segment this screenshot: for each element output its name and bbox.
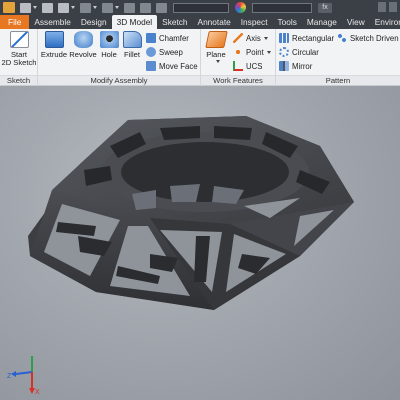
rectangular-label: Rectangular — [292, 33, 335, 43]
ucs-button[interactable]: UCS — [233, 60, 262, 72]
point-button[interactable]: Point — [233, 46, 271, 58]
hole-icon — [99, 31, 119, 48]
redo-icon[interactable] — [102, 2, 113, 13]
home-icon[interactable] — [124, 2, 135, 13]
pattern-panel-title: Pattern — [276, 75, 400, 85]
move-face-button[interactable]: Move Face — [146, 60, 198, 72]
mirror-button[interactable]: Mirror — [279, 60, 312, 72]
sketch-driven-pattern-button[interactable]: Sketch Driven — [337, 32, 399, 44]
tab-annotate[interactable]: Annotate — [193, 15, 236, 29]
circular-pattern-button[interactable]: Circular — [279, 46, 319, 58]
sketch-pencil-icon — [9, 31, 29, 48]
fillet-button[interactable]: Fillet — [120, 31, 144, 59]
appearance-combo[interactable] — [252, 2, 312, 13]
triad-z-label: Z — [7, 373, 12, 380]
sweep-icon — [146, 47, 156, 57]
save-icon[interactable] — [58, 2, 69, 13]
extrude-icon — [44, 31, 64, 48]
chamfer-button[interactable]: Chamfer — [146, 32, 189, 44]
sketch-panel-title: Sketch — [0, 75, 37, 85]
view-triad[interactable]: Z X — [4, 352, 44, 396]
hole-button[interactable]: Hole — [98, 31, 120, 59]
plane-label: Plane — [206, 50, 226, 59]
sketch-panel: Start 2D Sketch Sketch — [0, 29, 38, 86]
modify-assembly-panel: Extrude Revolve Hole Fillet Chamfer Swee… — [38, 29, 201, 86]
fillet-label: Fillet — [123, 50, 141, 59]
ucs-icon — [233, 61, 243, 71]
sketch-driven-label: Sketch Driven — [350, 33, 399, 43]
work-features-panel: Plane Axis Point UCS Work Features — [201, 29, 276, 86]
new-dropdown-icon[interactable] — [33, 6, 37, 9]
tab-inspect[interactable]: Inspect — [236, 15, 273, 29]
material-combo[interactable] — [173, 2, 229, 13]
ribbon-tab-bar: File Assemble Design 3D Model Sketch Ann… — [0, 15, 400, 29]
tab-3d-model[interactable]: 3D Model — [111, 15, 158, 29]
tab-design[interactable]: Design — [76, 15, 112, 29]
axis-label: Axis — [246, 33, 261, 43]
revolve-button[interactable]: Revolve — [68, 31, 98, 59]
tab-environments[interactable]: Environmen — [370, 15, 400, 29]
triad-z-arrow — [11, 371, 16, 377]
circular-label: Circular — [292, 47, 319, 57]
plane-icon — [204, 31, 228, 48]
extrude-button[interactable]: Extrude — [40, 31, 68, 59]
rectangular-pattern-icon — [279, 33, 289, 43]
triad-x-label: X — [35, 389, 40, 396]
tab-tools[interactable]: Tools — [273, 15, 302, 29]
plane-dropdown-icon[interactable] — [215, 60, 220, 63]
mirror-label: Mirror — [292, 61, 313, 71]
axis-icon — [233, 33, 243, 43]
point-label: Point — [246, 47, 264, 57]
app-logo-icon[interactable] — [3, 2, 15, 13]
update-icon[interactable] — [156, 2, 167, 13]
chamfer-label: Chamfer — [159, 33, 189, 43]
ucs-label: UCS — [246, 61, 263, 71]
undo-icon[interactable] — [80, 2, 91, 13]
work-features-panel-title: Work Features — [201, 75, 275, 85]
axis-button[interactable]: Axis — [233, 32, 268, 44]
select-icon[interactable] — [140, 2, 151, 13]
restore-icon[interactable] — [389, 2, 397, 12]
fx-parameters-icon[interactable]: fx — [318, 2, 332, 13]
move-face-icon — [146, 61, 156, 71]
axis-dropdown-icon[interactable] — [263, 36, 268, 40]
sweep-label: Sweep — [159, 47, 183, 57]
open-folder-icon[interactable] — [42, 2, 53, 13]
undo-dropdown-icon[interactable] — [93, 6, 97, 9]
extrude-label: Extrude — [40, 50, 68, 59]
start-2d-sketch-button[interactable]: Start 2D Sketch — [1, 31, 37, 67]
tab-sketch[interactable]: Sketch — [157, 15, 192, 29]
fillet-icon — [122, 31, 142, 48]
circular-pattern-icon — [279, 47, 289, 57]
save-dropdown-icon[interactable] — [71, 6, 75, 9]
revolve-icon — [73, 31, 93, 48]
redo-dropdown-icon[interactable] — [115, 6, 119, 9]
new-file-icon[interactable] — [20, 2, 31, 13]
point-dropdown-icon[interactable] — [266, 50, 271, 54]
modify-assembly-panel-title: Modify Assembly — [38, 75, 200, 85]
ribbon: Start 2D Sketch Sketch Extrude Revolve H… — [0, 29, 400, 86]
start-2d-sketch-label: Start 2D Sketch — [1, 50, 37, 67]
pattern-panel: Rectangular Circular Mirror Sketch Drive… — [276, 29, 400, 86]
tab-manage[interactable]: Manage — [302, 15, 342, 29]
sweep-button[interactable]: Sweep — [146, 46, 183, 58]
mirror-icon — [279, 61, 289, 71]
plane-button[interactable]: Plane — [203, 31, 229, 63]
tab-file[interactable]: File — [0, 15, 30, 29]
chamfer-icon — [146, 33, 156, 43]
graphics-viewport[interactable]: Z X — [0, 86, 400, 400]
point-icon — [233, 47, 243, 57]
move-face-label: Move Face — [159, 61, 198, 71]
minimize-icon[interactable] — [378, 2, 386, 12]
hole-label: Hole — [101, 50, 117, 59]
diamond-lattice-model — [28, 116, 354, 310]
rectangular-pattern-button[interactable]: Rectangular — [279, 32, 334, 44]
tab-view[interactable]: View — [342, 15, 370, 29]
triad-z-axis — [15, 371, 33, 375]
appearance-swatch-icon[interactable] — [235, 2, 246, 13]
tab-assemble[interactable]: Assemble — [29, 15, 75, 29]
revolve-label: Revolve — [69, 50, 97, 59]
sketch-driven-pattern-icon — [337, 33, 347, 43]
quick-access-toolbar: fx — [0, 0, 400, 15]
